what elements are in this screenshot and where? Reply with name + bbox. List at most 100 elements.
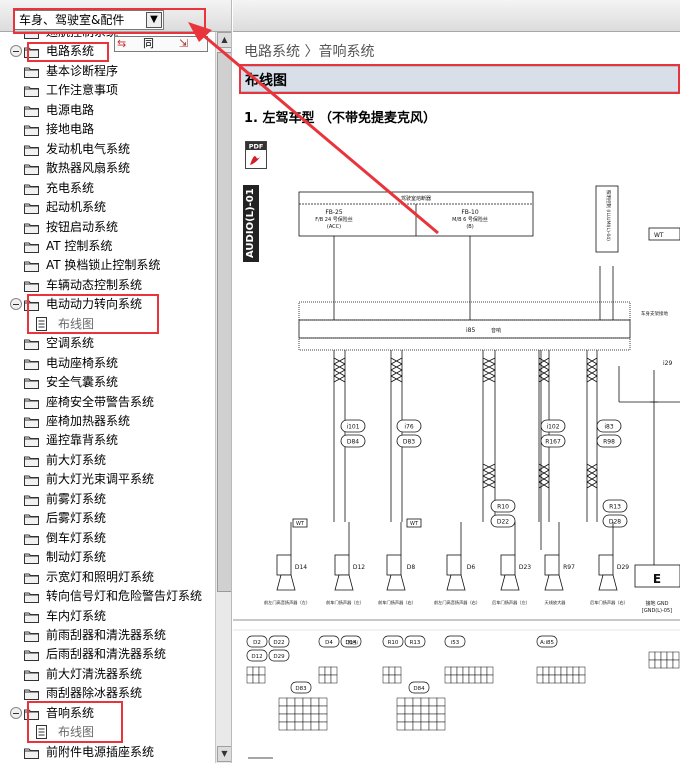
fuse-fb25-desc: F/B 24 号保险丝 (315, 216, 353, 223)
wt-top-label: WT (654, 232, 664, 239)
pin-cell (396, 705, 406, 715)
tree-folder-item[interactable]: 电动动力转向系统 (0, 295, 215, 314)
pin-cell (474, 666, 482, 676)
tree-item-label: 布线图 (58, 725, 95, 740)
scrollbar-thumb[interactable] (217, 52, 231, 592)
tree-folder-item[interactable]: 雨刮器除冰器系统 (0, 684, 215, 703)
speaker-connector (500, 554, 516, 576)
twist-mark (586, 475, 598, 483)
tree-folder-item[interactable]: 前雾灯系统 (0, 490, 215, 509)
tree-folder-item[interactable]: 散热器风扇系统 (0, 159, 215, 178)
pin-cell (278, 721, 288, 731)
pin-cell (318, 705, 328, 715)
tree-item-label: 充电系统 (46, 180, 95, 195)
tree-doc-item[interactable]: 布线图 (0, 315, 215, 334)
tree-folder-item[interactable]: 音响系统 (0, 704, 215, 723)
pin-cell (450, 674, 458, 684)
tree-item-label: 巡航控制系统 (46, 32, 119, 39)
tree-folder-item[interactable]: 倒车灯系统 (0, 529, 215, 548)
speaker-label: 前车门扬声器（左） (326, 599, 364, 606)
category-select[interactable]: 车身、驾驶室&配件 ▼ (14, 10, 164, 30)
tree-folder-item[interactable]: 座椅加热器系统 (0, 412, 215, 431)
wt-label: WT (296, 521, 305, 527)
twist-mark (390, 369, 403, 377)
tree-item-label: 安全气囊系统 (46, 375, 119, 390)
tree-folder-item[interactable]: 后雾灯系统 (0, 509, 215, 528)
tree-folder-item[interactable]: 遥控靠背系统 (0, 431, 215, 450)
speaker-label: 前左门高音扬声器（左） (264, 599, 310, 606)
content-toolbar (233, 0, 680, 32)
tree-folder-item[interactable]: 基本诊断程序 (0, 62, 215, 81)
pin-cell (666, 659, 674, 669)
pin-cell (278, 697, 288, 707)
twist-mark (333, 375, 346, 383)
category-select-value: 车身、驾驶室&配件 (19, 13, 125, 27)
tree-folder-item[interactable]: AT 控制系统 (0, 237, 215, 256)
tree-folder-item[interactable]: 空调系统 (0, 334, 215, 353)
tree-folder-item[interactable]: 电源电路 (0, 101, 215, 120)
tree-item-label: 前大灯系统 (46, 452, 107, 467)
tree-doc-item[interactable]: 布线图 (0, 723, 215, 742)
folder-icon (24, 143, 39, 156)
pdf-icon[interactable]: PDF (245, 141, 267, 169)
tree-folder-item[interactable]: 车辆动态控制系统 (0, 276, 215, 295)
tree-link-icon[interactable]: ⇲ (179, 37, 188, 51)
tree-folder-item[interactable]: 前大灯清洗器系统 (0, 665, 215, 684)
pin-cell (286, 713, 296, 723)
speaker-id: D12 (353, 564, 365, 571)
speaker-id: D8 (407, 564, 416, 571)
scroll-up-icon[interactable]: ▲ (217, 32, 231, 48)
tree-folder-item[interactable]: 工作注意事项 (0, 81, 215, 100)
tree-folder-item[interactable]: 电动座椅系统 (0, 354, 215, 373)
twist-mark (538, 357, 550, 365)
pin-cell (412, 705, 422, 715)
tree-folder-item[interactable]: 按钮启动系统 (0, 218, 215, 237)
speaker-id: D6 (467, 564, 476, 571)
tree-folder-item[interactable]: 座椅安全带警告系统 (0, 393, 215, 412)
expand-toggle-icon[interactable] (10, 45, 22, 58)
tree-scrollbar[interactable]: ▲ ▼ (215, 32, 231, 763)
chevron-down-icon[interactable]: ▼ (146, 12, 162, 28)
tree-item-label: 电动动力转向系统 (46, 297, 143, 312)
tree-folder-item[interactable]: 接地电路 (0, 120, 215, 139)
tree-item-label: 按钮启动系统 (46, 219, 119, 234)
folder-icon (24, 279, 39, 292)
pin-cell (382, 674, 390, 684)
tree-folder-item[interactable]: 发动机电气系统 (0, 140, 215, 159)
tree-folder-item[interactable]: 转向信号灯和危险警告灯系统 (0, 587, 215, 606)
pin-cell (486, 674, 494, 684)
tree-item-label: 前大灯光束调平系统 (46, 472, 155, 487)
tree-folder-item[interactable]: 前大灯系统 (0, 451, 215, 470)
expand-toggle-icon[interactable] (10, 706, 22, 719)
tree-folder-item[interactable]: 前附件电源插座系统 (0, 743, 215, 762)
pin-cell (294, 721, 304, 731)
folder-icon (24, 259, 39, 273)
document-icon (36, 316, 47, 331)
tree-folder-item[interactable]: 起动机系统 (0, 198, 215, 217)
tree-folder-item[interactable]: 安全气囊系统 (0, 373, 215, 392)
tree-toggle-icon[interactable]: ⇆ (117, 37, 126, 51)
folder-icon (24, 357, 39, 370)
pin-cell (436, 721, 446, 731)
pin-cell (672, 659, 680, 669)
pin-cell (404, 705, 414, 715)
tree-folder-item[interactable]: 前雨刮器和清洗器系统 (0, 626, 215, 645)
twist-mark (390, 357, 403, 365)
pin-cell (660, 659, 668, 669)
scroll-down-icon[interactable]: ▼ (217, 746, 231, 762)
tree-sort-button[interactable]: 同 (143, 37, 154, 51)
tree-folder-item[interactable]: 示宽灯和照明灯系统 (0, 568, 215, 587)
tree-item-label: 前雾灯系统 (46, 491, 107, 506)
tree-folder-item[interactable]: 车内灯系统 (0, 607, 215, 626)
pin-cell (572, 674, 580, 684)
expand-toggle-icon[interactable] (10, 298, 22, 311)
tree-folder-item[interactable]: 后雨刮器和清洗器系统 (0, 645, 215, 664)
speaker-id: D14 (295, 564, 307, 571)
tree-item-label: 基本诊断程序 (46, 63, 119, 78)
tree-folder-item[interactable]: AT 换档锁止控制系统 (0, 256, 215, 275)
folder-icon (24, 493, 39, 506)
tree-folder-item[interactable]: 前大灯光束调平系统 (0, 470, 215, 489)
tree-folder-item[interactable]: 制动灯系统 (0, 548, 215, 567)
pin-cell (420, 721, 430, 731)
tree-folder-item[interactable]: 充电系统 (0, 179, 215, 198)
